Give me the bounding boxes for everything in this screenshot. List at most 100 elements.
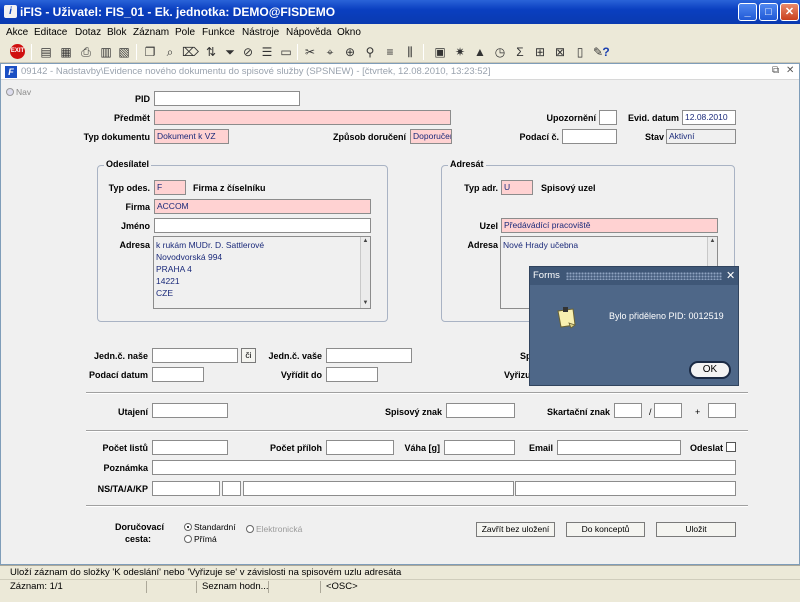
menu-napoveda[interactable]: Nápověda <box>286 27 332 38</box>
status-message: Uloží záznam do složky 'K odeslání' nebo… <box>10 567 402 578</box>
radio-prima[interactable]: Přímá <box>184 534 217 544</box>
predmet-field[interactable] <box>154 110 451 125</box>
clock-icon[interactable]: ◷ <box>492 44 508 60</box>
typ-adr-field[interactable]: U <box>501 180 533 195</box>
menu-zaznam[interactable]: Záznam <box>133 27 169 38</box>
maximize-button[interactable]: □ <box>759 3 778 21</box>
odeslat-checkbox[interactable] <box>726 442 736 452</box>
settings-icon[interactable]: ✷ <box>452 44 468 60</box>
firma-field[interactable]: ACCOM <box>154 199 371 214</box>
detail-icon[interactable]: ▭ <box>278 44 294 60</box>
poznamka-field[interactable] <box>152 460 736 475</box>
skartacni-lhuta-field[interactable] <box>654 403 682 418</box>
save-icon[interactable]: ▦ <box>58 44 74 60</box>
jmeno-field[interactable] <box>154 218 371 233</box>
scroll-up-icon[interactable]: ▲ <box>361 237 370 246</box>
minimize-button[interactable]: _ <box>738 3 757 21</box>
radio-standardni[interactable]: Standardní <box>184 522 236 532</box>
zoom-icon[interactable]: ⊕ <box>342 44 358 60</box>
columns-icon[interactable]: ⫼ <box>402 44 418 60</box>
podaci-c-field[interactable] <box>562 129 617 144</box>
pocet-priloh-field[interactable] <box>326 440 394 455</box>
scroll-up-icon[interactable]: ▲ <box>708 237 717 246</box>
document-icon[interactable]: ▯ <box>572 44 588 60</box>
jedn-nase-field[interactable] <box>152 348 238 363</box>
ok-button[interactable]: OK <box>689 361 731 379</box>
dialog-close-icon[interactable]: ✕ <box>726 269 735 282</box>
menu-pole[interactable]: Pole <box>175 27 195 38</box>
vyridit-do-field[interactable] <box>326 367 378 382</box>
cut-icon[interactable]: ✂ <box>302 44 318 60</box>
menu-akce[interactable]: Akce <box>6 27 28 38</box>
calculator-icon[interactable]: ⊞ <box>532 44 548 60</box>
enter-query-icon[interactable]: ⌕ <box>162 44 178 60</box>
insert-record-icon[interactable]: ▥ <box>98 44 114 60</box>
restore-form-icon[interactable]: ⧉ <box>772 65 779 76</box>
help-icon[interactable]: ? <box>598 44 614 60</box>
execute-query-icon[interactable]: ⌦ <box>182 44 199 60</box>
menu-nastroje[interactable]: Nástroje <box>242 27 279 38</box>
ns-field[interactable] <box>152 481 220 496</box>
new-record-icon[interactable]: ▤ <box>38 44 54 60</box>
sort-icon[interactable]: ⇅ <box>203 44 219 60</box>
jedn-vase-field[interactable] <box>326 348 412 363</box>
lines-icon[interactable]: ≡ <box>382 44 398 60</box>
ci-button[interactable]: či <box>241 348 256 363</box>
exit-icon[interactable]: EXIT <box>10 44 25 59</box>
radio-elektronicka[interactable]: Elektronická <box>246 524 302 534</box>
typ-dokumentu-label: Typ dokumentu <box>83 132 150 142</box>
zpusob-doruceni-field[interactable]: Doporučeně <box>410 129 452 144</box>
skartacni-plus-field[interactable] <box>708 403 736 418</box>
kp-field[interactable] <box>515 481 736 496</box>
menu-funkce[interactable]: Funkce <box>202 27 235 38</box>
nav-tab[interactable]: Nav <box>6 87 31 97</box>
a-field[interactable] <box>243 481 514 496</box>
find-icon[interactable]: ⚲ <box>362 44 378 60</box>
stav-field[interactable]: Aktivní <box>666 129 736 144</box>
list-icon[interactable]: ☰ <box>259 44 275 60</box>
report-icon[interactable]: ▣ <box>432 44 448 60</box>
sum-icon[interactable]: Σ <box>512 44 528 60</box>
delete-record-icon[interactable]: ▧ <box>116 44 132 60</box>
title-bar: i iFIS - Uživatel: FIS_01 - Ek. jednotka… <box>0 0 800 24</box>
typ-odes-field[interactable]: F <box>154 180 186 195</box>
print-icon[interactable]: ⎙ <box>78 44 94 60</box>
odesilatel-adresa-field[interactable]: k rukám MUDr. D. Sattlerové Novodvorská … <box>153 236 371 309</box>
utajeni-label: Utajení <box>117 407 148 417</box>
typ-adr-label: Typ adr. <box>464 183 498 193</box>
skartacni-znak-field[interactable] <box>614 403 642 418</box>
scroll-down-icon[interactable]: ▼ <box>361 299 370 308</box>
close-form-icon[interactable]: ⊠ <box>552 44 568 60</box>
email-field[interactable] <box>557 440 681 455</box>
vaha-label: Váha [g] <box>404 443 440 453</box>
pid-field[interactable] <box>154 91 300 106</box>
close-button[interactable]: ✕ <box>780 3 799 21</box>
uzel-field[interactable]: Předávádící pracoviště <box>501 218 718 233</box>
ta-field[interactable] <box>222 481 241 496</box>
search-icon[interactable]: ⌖ <box>322 44 338 60</box>
menu-okno[interactable]: Okno <box>337 27 361 38</box>
evid-datum-field[interactable]: 12.08.2010 <box>682 110 736 125</box>
spisovy-znak-field[interactable] <box>446 403 515 418</box>
menu-editace[interactable]: Editace <box>34 27 67 38</box>
podaci-datum-field[interactable] <box>152 367 204 382</box>
pocet-listu-field[interactable] <box>152 440 228 455</box>
do-konceptu-button[interactable]: Do konceptů <box>566 522 645 537</box>
zavrit-bez-ulozeni-button[interactable]: Zavřít bez uložení <box>476 522 555 537</box>
jmeno-label: Jméno <box>120 221 150 231</box>
typ-dokumentu-field[interactable]: Dokument k VZ <box>154 129 229 144</box>
vaha-field[interactable] <box>444 440 515 455</box>
ulozit-button[interactable]: Uložit <box>656 522 736 537</box>
adresa-scrollbar[interactable]: ▲ ▼ <box>360 237 370 308</box>
upozorneni-field[interactable] <box>599 110 617 125</box>
filter-icon[interactable]: ⏷ <box>222 44 238 60</box>
copy-icon[interactable]: ❐ <box>142 44 158 60</box>
chart-icon[interactable]: ▲ <box>472 44 488 60</box>
utajeni-field[interactable] <box>152 403 228 418</box>
vyridit-do-label: Vyřídit do <box>280 370 322 380</box>
clear-filter-icon[interactable]: ⊘ <box>240 44 256 60</box>
menu-dotaz[interactable]: Dotaz <box>75 27 101 38</box>
menu-blok[interactable]: Blok <box>107 27 126 38</box>
toolbar-separator <box>423 44 424 60</box>
close-form-icon[interactable]: ✕ <box>786 65 794 76</box>
